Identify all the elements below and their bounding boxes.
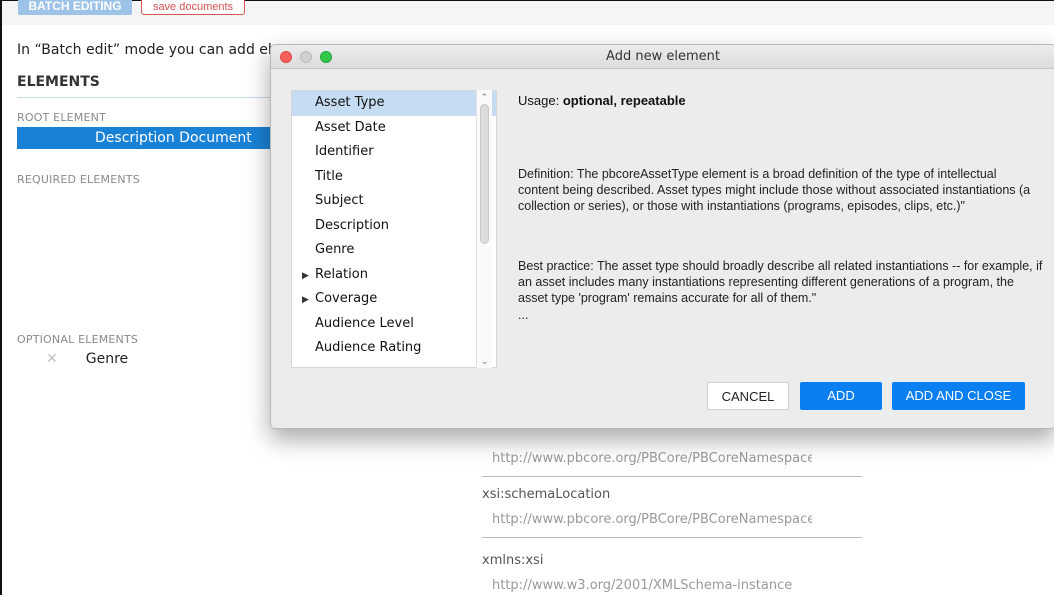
- list-item-label: Asset Type: [315, 95, 385, 110]
- list-item-label: Coverage: [315, 291, 378, 306]
- chevron-down-icon[interactable]: ⌄: [477, 354, 492, 368]
- list-item-label: Audience Level: [315, 315, 414, 331]
- attribute-divider: [482, 476, 862, 477]
- dialog-title: Add new element: [606, 49, 720, 64]
- dialog-titlebar[interactable]: Add new element: [271, 45, 1054, 69]
- list-item-label: Title: [315, 168, 343, 184]
- attribute-field: http://www.pbcore.org/PBCore/PBCoreNames…: [482, 441, 862, 477]
- list-item[interactable]: Audience Rating: [292, 336, 496, 361]
- list-item-label: Asset Date: [315, 119, 386, 135]
- list-item-label: Relation: [315, 266, 368, 282]
- scrollbar-thumb[interactable]: [480, 104, 489, 244]
- triangle-right-icon[interactable]: ▶: [302, 288, 315, 313]
- attribute-label: xmlns:xsi: [482, 553, 544, 568]
- attribute-label: xsi:schemaLocation: [482, 487, 611, 502]
- more-ellipsis: ...: [518, 308, 529, 322]
- list-item[interactable]: Genre: [292, 238, 496, 263]
- optional-element-row: ✕ Genre: [46, 351, 128, 367]
- usage-prefix: Usage:: [518, 93, 563, 108]
- root-element-label: ROOT ELEMENT: [17, 111, 106, 124]
- best-practice-text: Best practice: The asset type should bro…: [518, 259, 1043, 305]
- list-item[interactable]: Description: [292, 214, 496, 239]
- cancel-button[interactable]: CANCEL: [707, 382, 789, 410]
- list-item-label: Identifier: [315, 144, 374, 159]
- close-icon[interactable]: ✕: [46, 351, 58, 367]
- batch-edit-info-text: In “Batch edit” mode you can add eleme: [17, 42, 303, 58]
- attribute-divider: [482, 537, 862, 538]
- list-item[interactable]: Asset Type: [292, 91, 496, 116]
- list-scrollbar[interactable]: ⌃ ⌄: [476, 90, 492, 368]
- app-window: BATCH EDITING save documents In “Batch e…: [0, 0, 1054, 595]
- optional-element-label: Genre: [85, 351, 129, 367]
- root-element-item[interactable]: Description Document: [17, 127, 273, 149]
- list-item-label: Subject: [315, 193, 364, 208]
- required-elements-label: REQUIRED ELEMENTS: [17, 173, 140, 186]
- top-toolbar: BATCH EDITING save documents: [2, 0, 1054, 25]
- list-item[interactable]: ▶ Coverage: [292, 287, 496, 312]
- list-item-label: Description: [315, 217, 390, 233]
- save-documents-button[interactable]: save documents: [141, 0, 245, 15]
- list-item[interactable]: Identifier: [292, 140, 496, 165]
- list-item[interactable]: Title: [292, 165, 496, 190]
- attribute-value[interactable]: http://www.w3.org/2001/XMLSchema-instanc…: [482, 578, 812, 593]
- optional-elements-label: OPTIONAL ELEMENTS: [17, 333, 139, 346]
- add-and-close-button[interactable]: ADD AND CLOSE: [892, 382, 1025, 410]
- usage-value: optional, repeatable: [562, 93, 686, 108]
- attribute-field-schema-location: xsi:schemaLocation http://www.pbcore.org…: [482, 487, 862, 538]
- list-item[interactable]: ▶ Relation: [292, 263, 496, 288]
- attribute-value[interactable]: http://www.pbcore.org/PBCore/PBCoreNames…: [482, 512, 812, 527]
- list-item[interactable]: Asset Date: [292, 116, 496, 141]
- list-item-label: Audience Rating: [315, 340, 422, 355]
- attribute-value[interactable]: http://www.pbcore.org/PBCore/PBCoreNames…: [482, 451, 812, 466]
- add-new-element-dialog: Add new element Asset Type Asset Date Iden…: [270, 44, 1054, 429]
- chevron-up-icon[interactable]: ⌃: [477, 90, 492, 104]
- add-button[interactable]: ADD: [800, 382, 882, 410]
- list-item-label: Genre: [315, 242, 355, 257]
- batch-editing-button[interactable]: BATCH EDITING: [18, 0, 132, 15]
- definition-text: Definition: The pbcoreAssetType element …: [518, 167, 1031, 213]
- list-item[interactable]: Subject: [292, 189, 496, 214]
- list-item[interactable]: Audience Level: [292, 312, 496, 337]
- triangle-right-icon[interactable]: ▶: [302, 264, 315, 289]
- attribute-field-xmlns-xsi: xmlns:xsi http://www.w3.org/2001/XMLSche…: [482, 553, 862, 593]
- usage-text: Usage: optional, repeatable: [518, 93, 686, 108]
- elements-heading: ELEMENTS: [17, 74, 100, 90]
- element-type-list[interactable]: Asset Type Asset Date Identifier Title Subje…: [291, 90, 497, 368]
